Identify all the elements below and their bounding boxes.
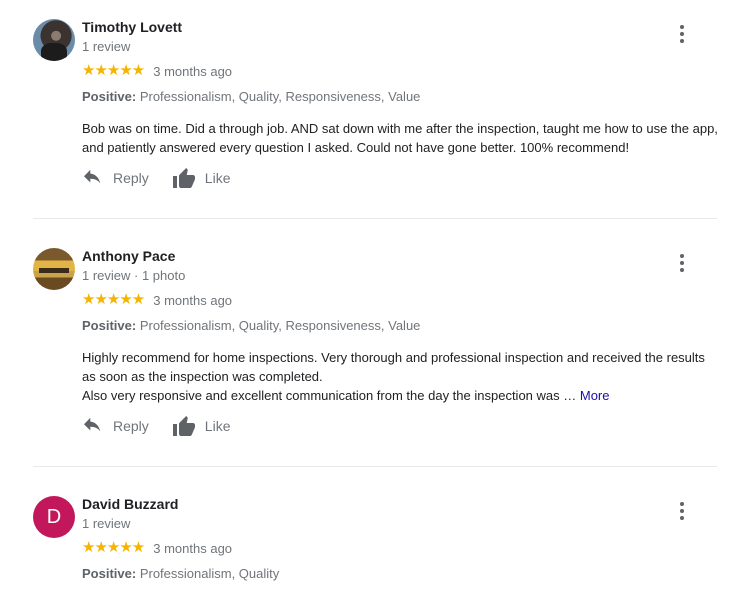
- review-date: 3 months ago: [153, 540, 233, 556]
- positive-values: Professionalism, Quality: [139, 566, 280, 581]
- like-button[interactable]: Like: [172, 415, 231, 437]
- divider: [33, 218, 717, 219]
- reply-label: Reply: [113, 418, 149, 434]
- reviewer-meta: 1 review: [82, 516, 131, 531]
- like-label: Like: [204, 170, 231, 186]
- positive-values: Professionalism, Quality, Responsiveness…: [139, 318, 421, 333]
- more-options-icon[interactable]: [675, 25, 689, 45]
- reviewer-meta: 1 review · 1 photo: [82, 268, 186, 283]
- reviewer-name[interactable]: David Buzzard: [82, 496, 178, 512]
- reply-button[interactable]: Reply: [82, 417, 149, 435]
- review-actions: Reply Like: [82, 414, 230, 438]
- divider: [33, 466, 717, 467]
- positive-label: Positive:: [82, 566, 137, 581]
- star-rating: ★★★★★: [82, 62, 145, 79]
- positive-label: Positive:: [82, 89, 137, 104]
- review-date: 3 months ago: [153, 292, 233, 308]
- reply-button[interactable]: Reply: [82, 169, 149, 187]
- more-options-icon[interactable]: [675, 502, 689, 522]
- reviewer-avatar[interactable]: [33, 248, 75, 290]
- rating-row: ★★★★★ 3 months ago: [82, 539, 232, 557]
- positive-values: Professionalism, Quality, Responsiveness…: [139, 89, 421, 104]
- reviewer-avatar[interactable]: [33, 19, 75, 61]
- positive-attributes: Positive: Professionalism, Quality, Resp…: [82, 318, 420, 333]
- review-text-line-truncated: Also very responsive and excellent commu…: [82, 386, 722, 405]
- thumbs-up-icon: [172, 168, 195, 188]
- like-button[interactable]: Like: [172, 167, 231, 189]
- reply-icon: [84, 169, 101, 184]
- positive-attributes: Positive: Professionalism, Quality, Resp…: [82, 89, 420, 104]
- reply-label: Reply: [113, 170, 149, 186]
- rating-row: ★★★★★ 3 months ago: [82, 62, 232, 80]
- more-options-icon[interactable]: [675, 254, 689, 274]
- review-text: Bob was on time. Did a through job. AND …: [82, 121, 718, 155]
- review-date: 3 months ago: [153, 63, 233, 79]
- reviewer-avatar[interactable]: D: [33, 496, 75, 538]
- review-text-excerpt: Also very responsive and excellent commu…: [82, 388, 577, 403]
- reply-icon: [84, 417, 101, 432]
- thumbs-up-icon: [172, 416, 195, 436]
- reviewer-meta: 1 review: [82, 39, 131, 54]
- rating-row: ★★★★★ 3 months ago: [82, 291, 232, 309]
- star-rating: ★★★★★: [82, 291, 145, 308]
- review-actions: Reply Like: [82, 166, 230, 190]
- review-text-line: Highly recommend for home inspections. V…: [82, 350, 705, 384]
- reviewer-name[interactable]: Timothy Lovett: [82, 19, 182, 35]
- star-rating: ★★★★★: [82, 539, 145, 556]
- more-link[interactable]: More: [580, 388, 610, 403]
- like-label: Like: [204, 418, 231, 434]
- review-text: Highly recommend for home inspections. V…: [82, 348, 722, 405]
- reviewer-name[interactable]: Anthony Pace: [82, 248, 175, 264]
- positive-label: Positive:: [82, 318, 137, 333]
- positive-attributes: Positive: Professionalism, Quality: [82, 566, 279, 581]
